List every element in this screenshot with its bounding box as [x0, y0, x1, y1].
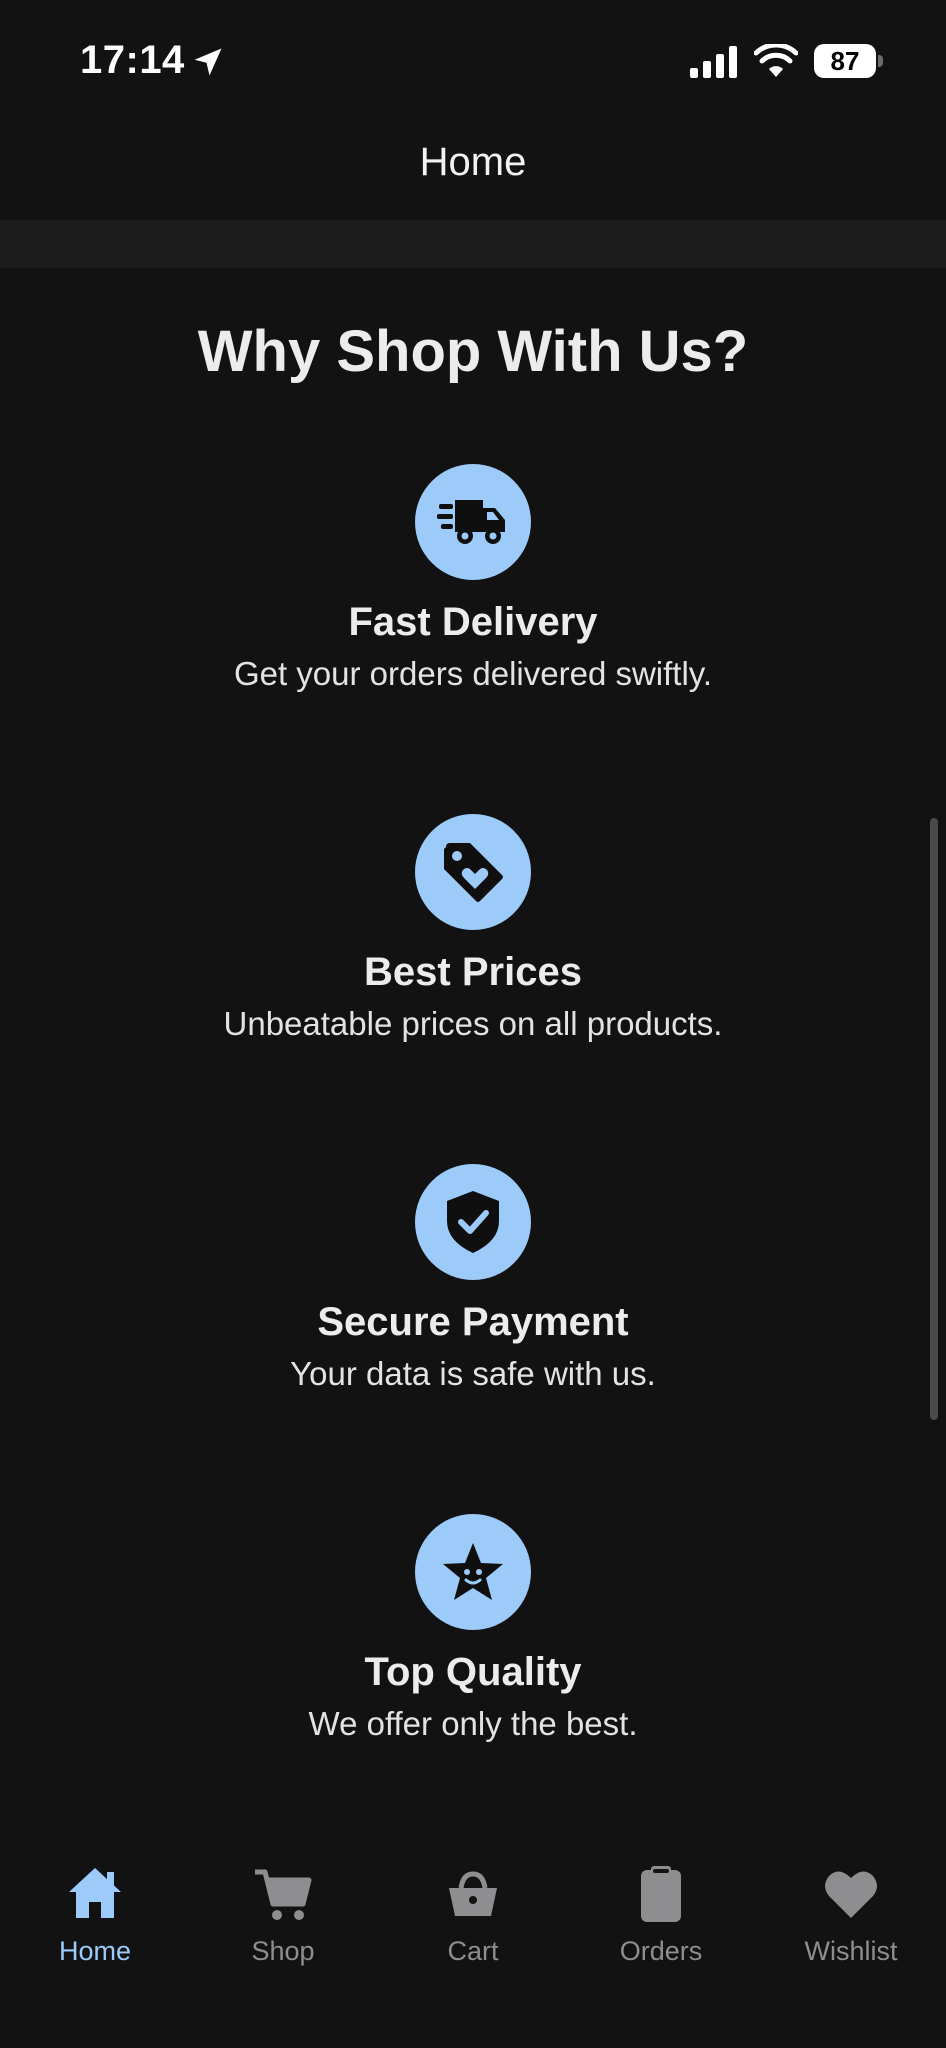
- price-tag-heart-icon: [444, 843, 503, 902]
- status-time: 17:14: [80, 38, 185, 82]
- tab-cart[interactable]: Cart: [378, 1864, 568, 1967]
- location-arrow-icon: [194, 48, 222, 76]
- feature-secure-payment: Secure Payment Your data is safe with us…: [0, 1164, 946, 1393]
- feature-title: Secure Payment: [317, 1300, 629, 1344]
- tab-label: Shop: [251, 1936, 315, 1966]
- page-title: Home: [419, 140, 527, 184]
- shield-check-icon: [447, 1191, 499, 1253]
- header-divider: [0, 220, 946, 268]
- feature-icon-circle: [415, 814, 531, 930]
- feature-description: Unbeatable prices on all products.: [223, 1005, 723, 1042]
- scrollbar[interactable]: [930, 818, 938, 1420]
- clipboard-icon: [641, 1866, 681, 1922]
- battery-level: 87: [814, 44, 876, 78]
- battery-indicator: 87: [814, 44, 884, 80]
- tab-label: Cart: [447, 1936, 499, 1966]
- tab-home[interactable]: Home: [0, 1864, 190, 1967]
- feature-title: Best Prices: [364, 950, 582, 994]
- basket-icon: [449, 1871, 497, 1916]
- tab-label: Orders: [619, 1936, 703, 1966]
- tab-orders[interactable]: Orders: [566, 1864, 756, 1967]
- tab-bar: Home Shop Cart Orders Wishlist: [0, 1840, 946, 2048]
- star-icon: [443, 1543, 503, 1600]
- feature-description: Get your orders delivered swiftly.: [233, 655, 713, 692]
- home-icon: [69, 1868, 121, 1918]
- feature-icon-circle: [415, 1164, 531, 1280]
- feature-title: Fast Delivery: [348, 600, 598, 644]
- feature-best-prices: Best Prices Unbeatable prices on all pro…: [0, 814, 946, 1043]
- battery-cap: [878, 55, 883, 67]
- cellular-signal-icon: [690, 46, 737, 78]
- wifi-icon: [754, 44, 798, 77]
- feature-description: Your data is safe with us.: [290, 1355, 656, 1392]
- tab-label: Wishlist: [804, 1936, 898, 1966]
- cart-icon: [255, 1869, 312, 1920]
- tab-wishlist[interactable]: Wishlist: [756, 1864, 946, 1967]
- tab-label: Home: [58, 1936, 132, 1966]
- heart-icon: [825, 1871, 877, 1918]
- status-bar: 17:14 87: [0, 0, 946, 120]
- feature-icon-circle: [415, 464, 531, 580]
- truck-icon: [437, 500, 505, 544]
- feature-title: Top Quality: [364, 1650, 582, 1694]
- feature-description: We offer only the best.: [308, 1705, 638, 1742]
- section-title: Why Shop With Us?: [197, 319, 749, 384]
- feature-top-quality: Top Quality We offer only the best.: [0, 1514, 946, 1743]
- tab-shop[interactable]: Shop: [188, 1864, 378, 1967]
- feature-icon-circle: [415, 1514, 531, 1630]
- feature-fast-delivery: Fast Delivery Get your orders delivered …: [0, 464, 946, 693]
